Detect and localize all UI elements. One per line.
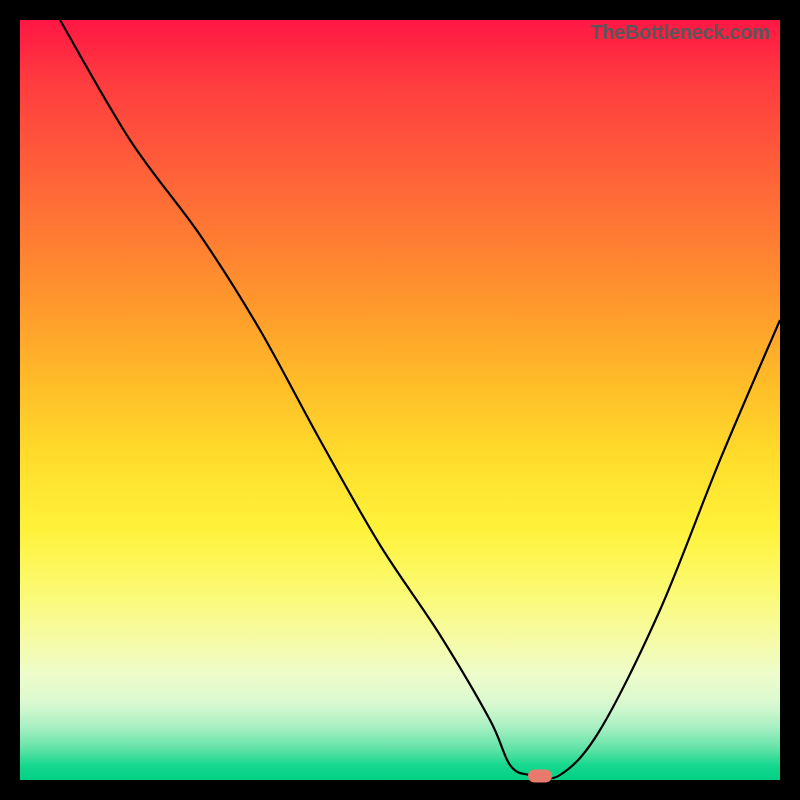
attribution-watermark: TheBottleneck.com: [591, 22, 770, 45]
bottleneck-curve: [20, 20, 780, 780]
optimal-point-marker: [528, 770, 552, 783]
plot-area: TheBottleneck.com: [20, 20, 780, 780]
